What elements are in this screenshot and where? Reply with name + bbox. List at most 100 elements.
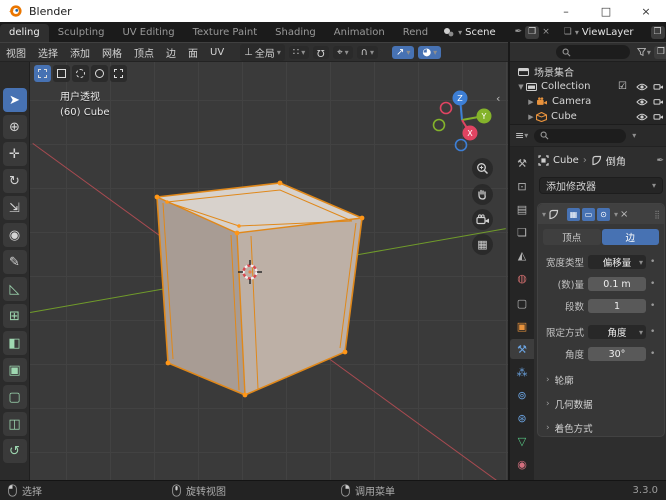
scene-dropdown-chevron[interactable]: ▾ xyxy=(458,28,462,37)
menu-mesh[interactable]: 网格 xyxy=(96,45,128,60)
tab-tool[interactable]: ⚒ xyxy=(510,153,534,173)
tool-select-lasso-icon[interactable] xyxy=(91,65,108,82)
workspace-tab-animation[interactable]: Animation xyxy=(325,24,394,42)
unlink-scene-icon[interactable]: × xyxy=(542,27,550,37)
affect-vertices-tab[interactable]: 顶点 xyxy=(543,229,601,245)
section-profile[interactable]: › 轮廓 xyxy=(546,372,664,387)
tool-spin[interactable]: ↺ xyxy=(2,439,27,463)
pin-icon[interactable]: ✒ xyxy=(515,27,523,37)
properties-search-input[interactable] xyxy=(534,128,627,143)
breadcrumb-object[interactable]: Cube xyxy=(553,155,579,166)
disclosure-collapsed-icon[interactable]: ▶ xyxy=(526,113,536,121)
tab-object[interactable]: ▣ xyxy=(510,316,534,336)
outliner-search-input[interactable] xyxy=(556,45,630,59)
workspace-tab-modeling[interactable]: deling xyxy=(0,24,49,42)
display-realtime-toggle[interactable]: ▭ xyxy=(582,207,596,221)
maximize-button[interactable]: □ xyxy=(586,0,626,22)
tab-world[interactable]: ◍ xyxy=(510,268,534,288)
drag-handle-icon[interactable]: ⣿ xyxy=(654,210,660,219)
keyframe-dot[interactable]: • xyxy=(650,349,655,359)
tool-inset-faces[interactable]: ▣ xyxy=(2,358,27,382)
new-collection-icon[interactable]: ❐ xyxy=(653,45,666,59)
tool-extrude-region[interactable]: ◧ xyxy=(2,331,27,355)
cube-label[interactable]: Cube xyxy=(551,111,577,122)
zoom-view-button[interactable] xyxy=(472,158,493,179)
workspace-tab-sculpting[interactable]: Sculpting xyxy=(49,24,114,42)
close-button[interactable]: × xyxy=(626,0,666,22)
workspace-tab-uv-editing[interactable]: UV Editing xyxy=(113,24,183,42)
camera-label[interactable]: Camera xyxy=(552,96,591,107)
keyframe-dot[interactable]: • xyxy=(650,327,655,337)
render-camera-icon[interactable] xyxy=(653,112,664,121)
add-modifier-button[interactable]: 添加修改器 ▾ xyxy=(539,177,663,194)
menu-face[interactable]: 面 xyxy=(182,45,204,60)
tool-add-cube[interactable]: ⊞ xyxy=(2,304,27,328)
tool-cursor[interactable]: ⊕ xyxy=(2,115,27,139)
modifier-panel-header[interactable]: ▾ ▦ ▭ ⊙ ▾ × ⣿ xyxy=(538,204,664,224)
toggle-ortho-button[interactable]: ▦ xyxy=(472,234,493,255)
amount-field[interactable]: 0.1 m xyxy=(588,277,646,291)
tool-annotate[interactable]: ✎ xyxy=(2,250,27,274)
limit-method-dropdown[interactable]: 角度 ▾ xyxy=(588,325,646,339)
section-shading[interactable]: › 着色方式 xyxy=(546,420,664,435)
show-gizmo-toggle[interactable]: ↗ ▾ xyxy=(391,45,415,59)
keyframe-dot[interactable]: • xyxy=(650,279,655,289)
sidebar-collapse-arrow[interactable]: ‹ xyxy=(496,92,500,105)
display-editmode-toggle[interactable]: ▦ xyxy=(567,207,581,221)
pan-view-button[interactable] xyxy=(472,184,493,205)
minimize-button[interactable]: – xyxy=(546,0,586,22)
eye-icon[interactable] xyxy=(636,113,648,121)
disclosure-expanded-icon[interactable]: ▼ xyxy=(516,83,526,91)
checkbox-icon[interactable]: ☑ xyxy=(618,81,627,92)
eye-icon[interactable] xyxy=(636,98,648,106)
tool-bevel[interactable]: ▢ xyxy=(2,385,27,409)
tab-modifiers[interactable]: ⚒ xyxy=(510,339,534,359)
proportional-editing-dropdown[interactable]: ∩ ▾ xyxy=(356,45,378,59)
tab-view-layer[interactable]: ❏ xyxy=(510,222,534,242)
display-render-toggle[interactable]: ⊙ xyxy=(597,207,611,221)
render-camera-icon[interactable] xyxy=(653,97,664,106)
menu-select[interactable]: 选择 xyxy=(32,45,64,60)
new-scene-icon[interactable]: ❐ xyxy=(525,25,540,39)
camera-view-button[interactable] xyxy=(472,209,493,230)
tool-rotate[interactable]: ↻ xyxy=(2,169,27,193)
tab-constraints[interactable]: ⊛ xyxy=(510,408,534,428)
workspace-tab-shading[interactable]: Shading xyxy=(266,24,325,42)
menu-vertex[interactable]: 顶点 xyxy=(128,45,160,60)
pin-icon[interactable]: ✒ xyxy=(656,156,664,166)
viewlayer-selector[interactable]: ❏ ▾ ViewLayer ❐ × xyxy=(560,22,666,42)
tab-object-data[interactable]: ▽ xyxy=(510,431,534,451)
viewport-canvas[interactable]: 用户透视 (60) Cube Z Y X ▦ ‹ xyxy=(30,62,508,480)
tool-select-mode-icon[interactable] xyxy=(110,65,127,82)
outliner-row-camera[interactable]: ▶ Camera xyxy=(510,94,666,109)
eye-icon[interactable] xyxy=(636,83,648,91)
outliner-row-scene-collection[interactable]: 场景集合 xyxy=(510,64,666,79)
snap-settings-dropdown[interactable]: ⌖ ▾ xyxy=(332,45,353,59)
panel-expand-chevron[interactable]: ▾ xyxy=(542,210,546,219)
filter-funnel-icon[interactable] xyxy=(636,47,646,57)
editor-type-chevron[interactable]: ▾ xyxy=(524,131,528,140)
scene-collection-label[interactable]: 场景集合 xyxy=(534,64,574,79)
collection-label[interactable]: Collection xyxy=(541,81,590,92)
snap-toggle[interactable]: Ω xyxy=(313,45,329,59)
tab-output[interactable]: ▤ xyxy=(510,199,534,219)
tab-particles[interactable]: ⁂ xyxy=(510,362,534,382)
disclosure-collapsed-icon[interactable]: ▶ xyxy=(526,98,536,106)
filter-chevron[interactable]: ▾ xyxy=(647,48,651,57)
tool-select-box-icon[interactable] xyxy=(53,65,70,82)
navigation-gizmo[interactable]: Z Y X xyxy=(432,86,496,154)
new-viewlayer-icon[interactable]: ❐ xyxy=(650,25,665,39)
outliner-row-collection[interactable]: ▼ Collection ☑ xyxy=(510,79,666,94)
tool-measure[interactable]: ◺ xyxy=(2,277,27,301)
keyframe-dot[interactable]: • xyxy=(650,257,655,267)
pivot-point-dropdown[interactable]: ∷ ▾ xyxy=(288,45,310,59)
modifier-extras-chevron[interactable]: ▾ xyxy=(614,210,618,219)
render-camera-icon[interactable] xyxy=(653,82,664,91)
width-type-dropdown[interactable]: 偏移量 ▾ xyxy=(588,255,646,269)
tool-scale[interactable]: ⇲ xyxy=(2,196,27,220)
tab-physics[interactable]: ⊚ xyxy=(510,385,534,405)
blender-logo-icon[interactable] xyxy=(8,4,22,18)
breadcrumb-modifier[interactable]: 倒角 xyxy=(606,153,626,168)
menu-edge[interactable]: 边 xyxy=(160,45,182,60)
delete-modifier-icon[interactable]: × xyxy=(620,209,628,220)
